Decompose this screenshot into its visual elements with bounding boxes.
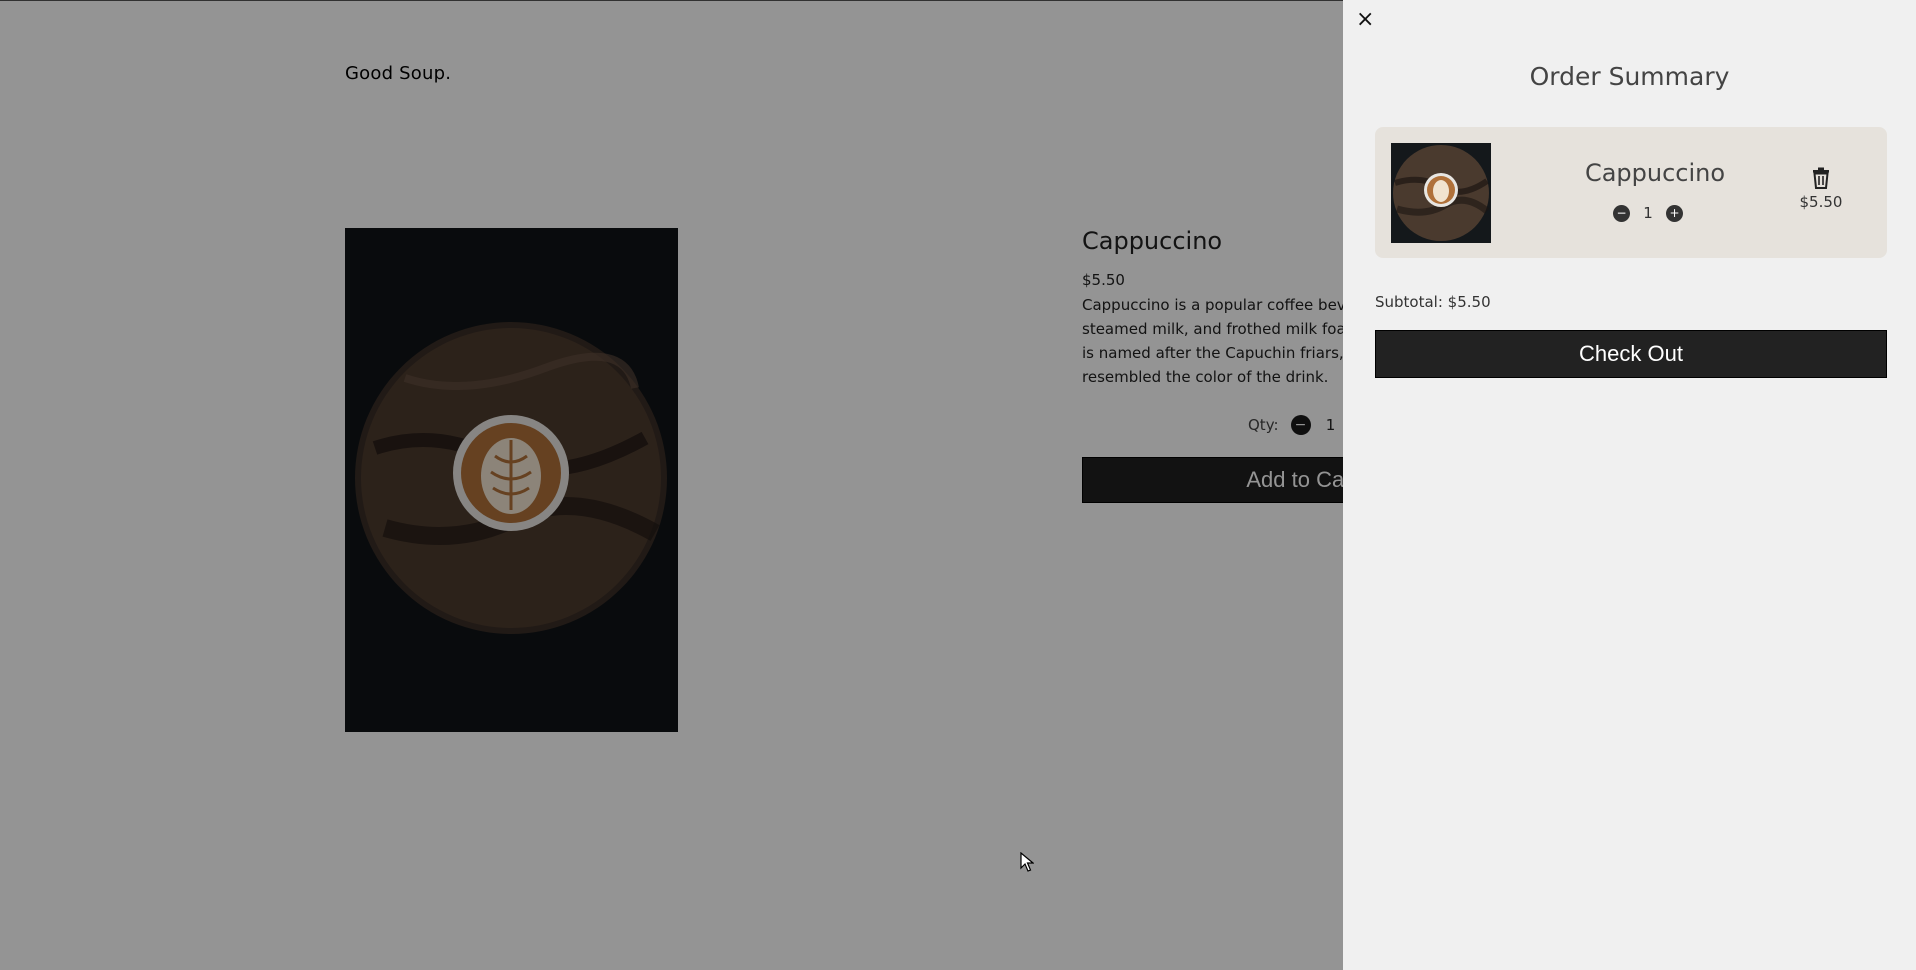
cart-item-thumbnail [1391,143,1491,243]
mouse-cursor-icon [1020,851,1035,872]
drawer-title: Order Summary [1529,62,1730,91]
subtotal: Subtotal: $5.50 [1375,293,1491,311]
order-summary-drawer: × Order Summary Cappuccino − 1 + $5.50 S… [1343,0,1916,970]
cart-qty-increase-button[interactable]: + [1666,204,1683,222]
trash-icon[interactable] [1811,167,1831,189]
cart-item-quantity-stepper: − 1 + [1613,204,1683,222]
cart-item-name: Cappuccino [1584,159,1726,187]
cart-item-price: $5.50 [1799,193,1843,211]
cart-qty-decrease-button[interactable]: − [1613,204,1630,222]
checkout-button[interactable]: Check Out [1375,330,1887,378]
cart-qty-value: 1 [1643,204,1653,222]
close-icon[interactable]: × [1356,9,1374,31]
cart-item: Cappuccino − 1 + $5.50 [1375,127,1887,258]
cappuccino-thumbnail [1391,143,1491,243]
